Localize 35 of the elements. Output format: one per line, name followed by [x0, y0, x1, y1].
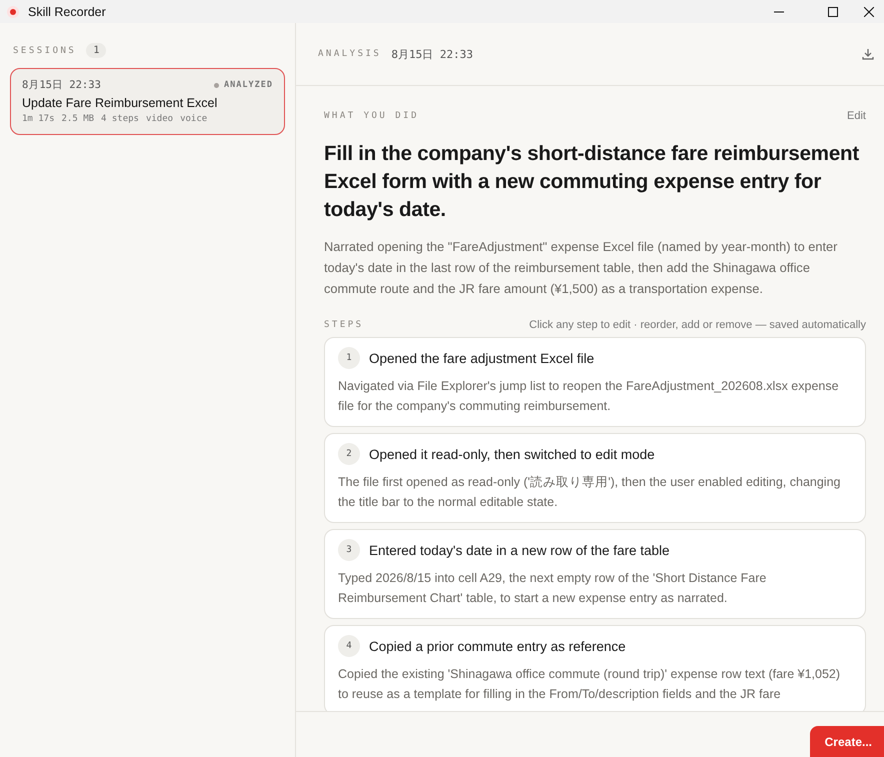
step-number: 2 — [338, 443, 360, 465]
step-title: Opened the fare adjustment Excel file — [369, 350, 594, 366]
step-title: Copied a prior commute entry as reference — [369, 638, 626, 654]
sessions-heading: SESSIONS — [13, 46, 76, 56]
edit-link[interactable]: Edit — [847, 110, 866, 122]
summary-description: Narrated opening the "FareAdjustment" expense Excel file (named by year-month) to enter today's date in the last row of the reimbursement table, then add the Shinagawa office commute route and the JR fare amount (¥1,500) as a transportation expense. — [324, 238, 838, 298]
session-count: 1 — [86, 43, 106, 58]
session-meta: video — [146, 114, 174, 124]
steps-hint: Click any step to edit · reorder, add or remove — saved automatically — [529, 319, 866, 331]
session-meta: 2.5 MB — [62, 114, 94, 124]
step-number: 4 — [338, 635, 360, 657]
analysis-date: 8月15日 22:33 — [391, 46, 474, 62]
step-description: The file first opened as read-only ('読み取り専用'), then the user enabled editing, changing the title bar to the normal editable state. — [338, 474, 842, 510]
steps-heading: STEPS — [324, 320, 364, 330]
analysis-label: ANALYSIS — [318, 49, 382, 59]
create-button[interactable]: Create... — [810, 726, 884, 757]
summary-title: Fill in the company's short-distance fare reimbursement Excel form with a new commuting expense entry for today's date. — [324, 141, 860, 223]
session-meta: 1m 17s — [22, 114, 55, 124]
step-number: 1 — [338, 347, 360, 369]
session-meta: 4 steps — [101, 114, 139, 124]
step-title: Opened it read-only, then switched to edit mode — [369, 446, 655, 462]
session-status: ANALYZED — [224, 80, 273, 90]
step-card[interactable]: 1 Opened the fare adjustment Excel file Navigated via File Explorer's jump list to reopen the FareAdjustment_202608.xlsx expense file for the company's commuting reimbursement. — [324, 337, 866, 427]
session-card[interactable]: 8月15日 22:33 ANALYZED Update Fare Reimbursement Excel 1m 17s 2.5 MB 4 steps video voice — [10, 68, 285, 135]
step-description: Navigated via File Explorer's jump list to reopen the FareAdjustment_202608.xlsx expense file for the company's commuting reimbursement. — [338, 378, 840, 415]
step-card[interactable]: 2 Opened it read-only, then switched to edit mode The file first opened as read-only ('読み取り専用'), then the user enabled editing, changing the title bar to the normal editable state. — [324, 433, 866, 523]
step-title: Entered today's date in a new row of the fare table — [369, 542, 670, 558]
summary-heading: WHAT YOU DID — [324, 111, 420, 121]
step-number: 3 — [338, 539, 360, 561]
session-date: 8月15日 22:33 — [22, 78, 101, 92]
window-title: Skill Recorder — [28, 4, 107, 18]
step-description: Typed 2026/8/15 into cell A29, the next empty row of the 'Short Distance Fare Reimbursement Chart' table, to start a new expense entry as narrated. — [338, 570, 768, 607]
session-title: Update Fare Reimbursement Excel — [22, 96, 218, 110]
step-description: Copied the existing 'Shinagawa office commute (round trip)' expense row text (fare ¥1,052) to reuse as a template for filling in the From/To/description fields and the JR fare — [338, 666, 842, 703]
session-meta: voice — [180, 114, 208, 124]
